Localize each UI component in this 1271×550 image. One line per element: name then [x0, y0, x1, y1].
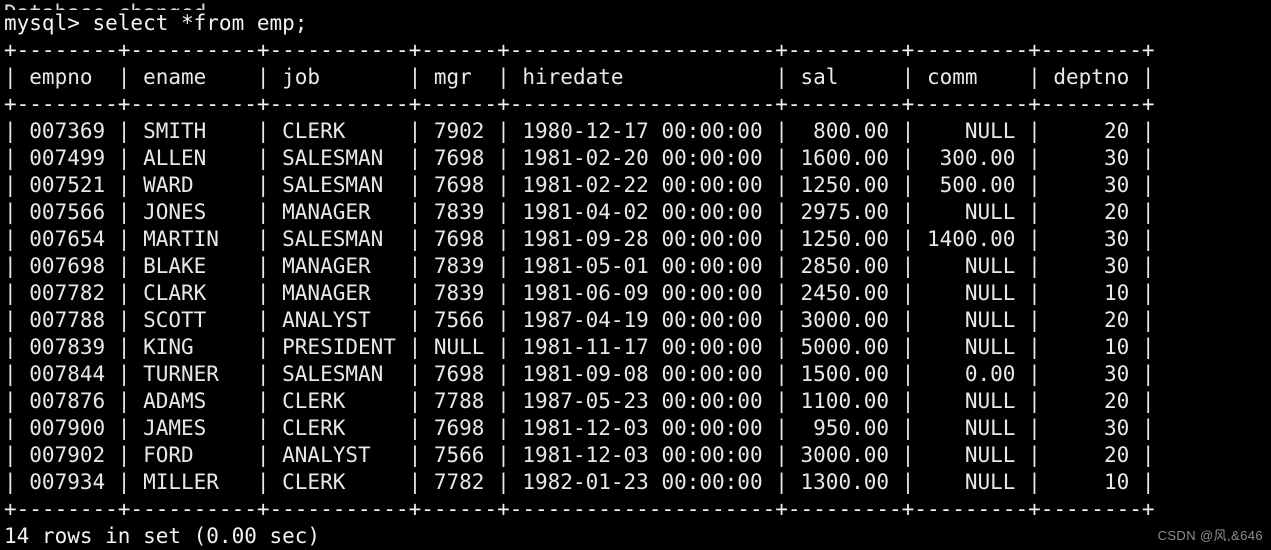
- table-body: | 007369 | SMITH | CLERK | 7902 | 1980-1…: [4, 118, 1267, 496]
- mysql-prompt-line: mysql> select *from emp;: [4, 11, 308, 35]
- table-separator-header: +--------+----------+-----------+------+…: [4, 92, 1155, 116]
- table-row: | 007876 | ADAMS | CLERK | 7788 | 1987-0…: [4, 389, 1155, 413]
- table-row: | 007369 | SMITH | CLERK | 7902 | 1980-1…: [4, 119, 1155, 143]
- table-row: | 007839 | KING | PRESIDENT | NULL | 198…: [4, 335, 1155, 359]
- table-row: | 007499 | ALLEN | SALESMAN | 7698 | 198…: [4, 146, 1155, 170]
- table-row: | 007521 | WARD | SALESMAN | 7698 | 1981…: [4, 173, 1155, 197]
- table-row: | 007844 | TURNER | SALESMAN | 7698 | 19…: [4, 362, 1155, 386]
- table-row: | 007900 | JAMES | CLERK | 7698 | 1981-1…: [4, 416, 1155, 440]
- csdn-watermark: CSDN @风,&646: [1157, 528, 1263, 543]
- table-row: | 007934 | MILLER | CLERK | 7782 | 1982-…: [4, 470, 1155, 494]
- scrollback-partial-line: Database changed: [4, 0, 1267, 10]
- table-row: | 007788 | SCOTT | ANALYST | 7566 | 1987…: [4, 308, 1155, 332]
- table-row: | 007654 | MARTIN | SALESMAN | 7698 | 19…: [4, 227, 1155, 251]
- table-row: | 007902 | FORD | ANALYST | 7566 | 1981-…: [4, 443, 1155, 467]
- table-row: | 007566 | JONES | MANAGER | 7839 | 1981…: [4, 200, 1155, 224]
- table-separator-top: +--------+----------+-----------+------+…: [4, 38, 1155, 62]
- table-header-row: | empno | ename | job | mgr | hiredate |…: [4, 65, 1155, 89]
- table-separator-bottom: +--------+----------+-----------+------+…: [4, 497, 1155, 521]
- result-status-line: 14 rows in set (0.00 sec): [4, 524, 321, 548]
- table-row: | 007782 | CLARK | MANAGER | 7839 | 1981…: [4, 281, 1155, 305]
- table-row: | 007698 | BLAKE | MANAGER | 7839 | 1981…: [4, 254, 1155, 278]
- terminal-window[interactable]: Database changed mysql> select *from emp…: [0, 0, 1271, 550]
